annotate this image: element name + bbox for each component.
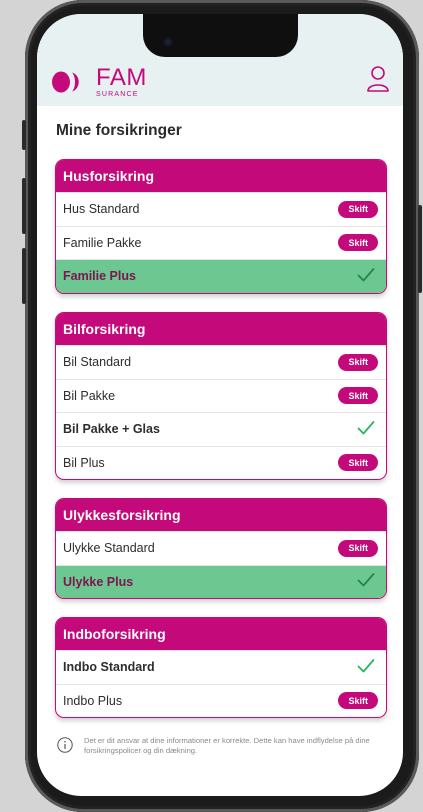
phone-side-button — [22, 178, 26, 234]
option-label: Bil Plus — [63, 455, 105, 470]
option-label: Bil Standard — [63, 355, 132, 370]
user-icon[interactable] — [366, 65, 390, 93]
logo-wordmark: FAM — [96, 64, 147, 91]
option-label: Bil Pakke — [63, 388, 116, 403]
option-label: Familie Pakke — [63, 235, 142, 250]
insurance-card: Indboforsikring Indbo Standard Indbo Plus S… — [55, 617, 387, 718]
insurance-card: Bilforsikring Bil Standard Skift Bil Pakke S… — [55, 312, 387, 480]
insurance-card: Ulykkesforsikring Ulykke Standard Skift Uly… — [55, 498, 387, 599]
skift-button[interactable]: Skift — [338, 353, 378, 371]
skift-button[interactable]: Skift — [338, 539, 378, 557]
insurance-option-row: Bil Standard Skift — [56, 345, 386, 379]
phone-side-button — [418, 205, 422, 293]
option-label: Hus Standard — [63, 202, 140, 217]
checkmark-icon — [357, 572, 378, 591]
insurance-option-row: Ulykke Standard Skift — [56, 531, 386, 565]
phone-side-button — [22, 248, 26, 304]
insurance-option-row: Familie Plus — [56, 259, 386, 293]
skift-button[interactable]: Skift — [338, 692, 378, 710]
option-label: Bil Pakke + Glas — [63, 422, 160, 437]
skift-button[interactable]: Skift — [338, 454, 378, 472]
disclaimer-text: Det er dit ansvar at dine informationer … — [84, 736, 370, 755]
notch — [143, 14, 298, 57]
insurance-option-row: Bil Pakke + Glas — [56, 412, 386, 446]
front-camera — [163, 37, 173, 47]
insurance-option-row: Hus Standard Skift — [56, 192, 386, 226]
option-label: Ulykke Plus — [63, 574, 134, 589]
phone-screen: FAM SURANCE Mine forsikringer Husforsikr… — [37, 14, 403, 796]
phone-side-button — [22, 120, 26, 150]
option-label: Familie Plus — [63, 269, 136, 284]
checkmark-icon — [357, 658, 378, 677]
card-title: Indboforsikring — [56, 618, 386, 650]
disclaimer: Det er dit ansvar at dine informationer … — [57, 736, 387, 756]
insurance-option-row: Indbo Plus Skift — [56, 683, 386, 718]
page-title: Mine forsikringer — [56, 122, 182, 139]
skift-button[interactable]: Skift — [338, 387, 378, 405]
logo-subtitle: SURANCE — [96, 91, 139, 98]
insurance-option-row: Bil Pakke Skift — [56, 378, 386, 413]
card-title: Husforsikring — [56, 160, 386, 192]
insurance-option-row: Indbo Standard — [56, 650, 386, 684]
checkmark-icon — [357, 267, 378, 286]
insurance-option-row: Bil Plus Skift — [56, 445, 386, 480]
logo-icon — [52, 71, 90, 93]
skift-button[interactable]: Skift — [338, 234, 378, 252]
card-title: Bilforsikring — [56, 313, 386, 345]
option-label: Ulykke Standard — [63, 541, 155, 556]
insurance-option-row: Ulykke Plus — [56, 564, 386, 598]
checkmark-icon — [357, 420, 378, 439]
option-label: Indbo Plus — [63, 693, 123, 708]
option-label: Indbo Standard — [63, 660, 155, 675]
info-icon — [57, 737, 73, 753]
insurance-option-row: Familie Pakke Skift — [56, 225, 386, 260]
insurance-card: Husforsikring Hus Standard Skift Familie Pa… — [55, 159, 387, 294]
app-logo[interactable]: FAM SURANCE — [52, 66, 147, 98]
skift-button[interactable]: Skift — [338, 200, 378, 218]
card-title: Ulykkesforsikring — [56, 499, 386, 531]
